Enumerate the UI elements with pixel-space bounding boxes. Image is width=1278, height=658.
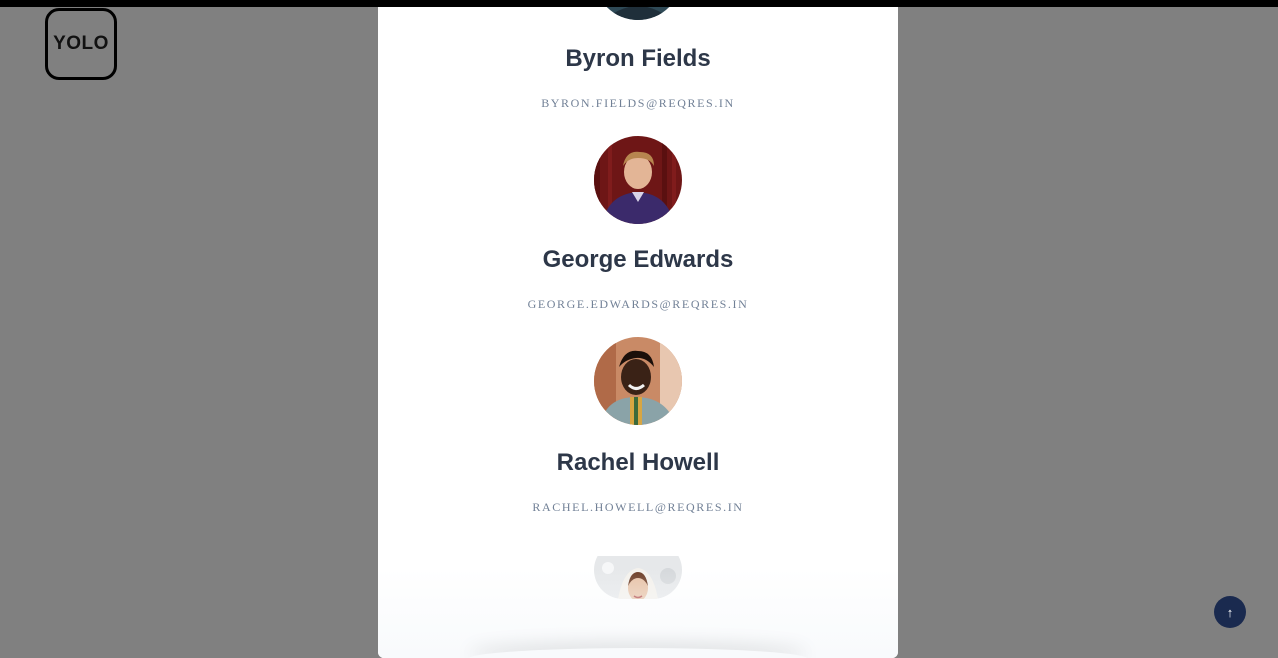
avatar-rachel-howell — [594, 337, 682, 425]
user-name: Byron Fields — [565, 45, 711, 72]
users-modal: Byron Fields BYRON.FIELDS@REQRES.IN Geor… — [378, 7, 898, 658]
user-name: George Edwards — [542, 246, 734, 273]
yolo-logo[interactable]: YOLO — [45, 8, 117, 80]
user-email: GEORGE.EDWARDS@REQRES.IN — [527, 297, 749, 311]
avatar-george-edwards — [594, 136, 682, 224]
user-email: RACHEL.HOWELL@REQRES.IN — [532, 500, 744, 514]
avatar-previous-user — [594, 7, 682, 20]
panel-fade — [378, 568, 898, 658]
user-name: Rachel Howell — [556, 449, 720, 476]
top-bar — [0, 0, 1278, 7]
user-email: BYRON.FIELDS@REQRES.IN — [541, 96, 735, 110]
scroll-to-top-button[interactable]: ↑ — [1214, 596, 1246, 628]
arrow-up-icon: ↑ — [1226, 604, 1234, 620]
